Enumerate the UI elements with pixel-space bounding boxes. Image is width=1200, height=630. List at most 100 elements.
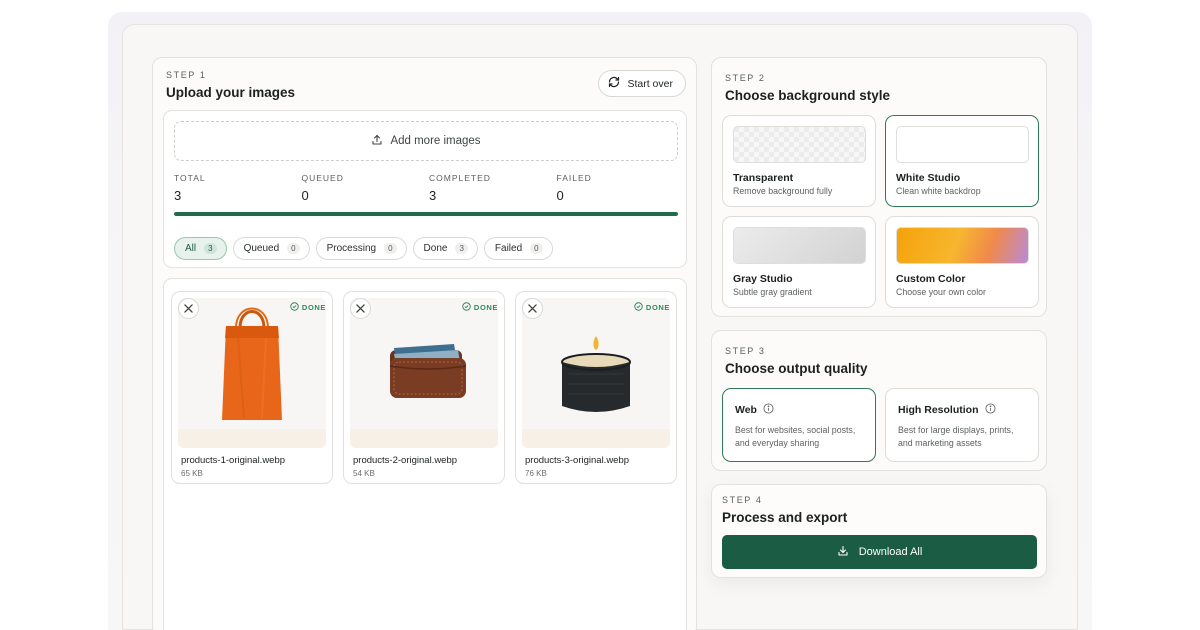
stat-value: 3 [429, 188, 437, 203]
bg-option-custom-color[interactable]: Custom Color Choose your own color [885, 216, 1039, 308]
remove-image-button[interactable] [522, 298, 543, 319]
add-more-label: Add more images [390, 135, 481, 147]
output-quality-card: STEP 3 Choose output quality Web Best fo… [711, 330, 1047, 471]
filter-label: Done [423, 243, 448, 254]
filter-count: 0 [530, 243, 543, 254]
quality-option-high-resolution[interactable]: High Resolution Best for large displays,… [885, 388, 1039, 462]
tote-bag-image [222, 307, 282, 420]
custom-color-swatch [896, 227, 1029, 264]
bg-option-transparent[interactable]: Transparent Remove background fully [722, 115, 876, 207]
start-over-label: Start over [627, 77, 673, 90]
filter-count: 3 [204, 243, 217, 254]
image-preview [350, 298, 498, 448]
close-icon [356, 300, 365, 318]
bg-option-gray-studio[interactable]: Gray Studio Subtle gray gradient [722, 216, 876, 308]
option-title-row: High Resolution [898, 403, 996, 417]
progress-bar-fill [174, 212, 678, 216]
option-desc: Remove background fully [733, 186, 833, 196]
check-circle-icon [290, 302, 299, 313]
stat-value: 0 [556, 188, 564, 203]
product-photo [350, 298, 498, 429]
option-title-row: Web [735, 403, 774, 417]
option-title: White Studio [896, 172, 961, 184]
file-size: 54 KB [353, 469, 375, 478]
start-over-button[interactable]: Start over [598, 70, 686, 97]
file-size: 65 KB [181, 469, 203, 478]
gray-swatch [733, 227, 866, 264]
filter-label: All [185, 243, 197, 254]
status-label: DONE [645, 303, 670, 312]
upload-panel: Add more images TOTAL 3 QUEUED 0 COMPLET… [163, 110, 687, 268]
filter-count: 0 [384, 243, 397, 254]
background-title: Choose background style [725, 88, 891, 103]
option-title: Web [735, 404, 757, 416]
info-icon[interactable] [763, 403, 774, 417]
filter-chips: All 3 Queued 0 Processing 0 Done 3 Faile… [174, 237, 553, 260]
image-card[interactable]: DONE products-2-original.webp 54 KB [343, 291, 505, 484]
stat-value: 0 [301, 188, 309, 203]
download-all-button[interactable]: Download All [722, 535, 1037, 569]
filter-chip-queued[interactable]: Queued 0 [232, 237, 310, 260]
upload-title: Upload your images [166, 85, 296, 100]
filter-chip-all[interactable]: All 3 [174, 237, 227, 260]
stat-total: TOTAL 3 [174, 173, 302, 203]
check-circle-icon [634, 302, 643, 313]
stat-label: FAILED [556, 173, 592, 183]
filter-chip-processing[interactable]: Processing 0 [315, 237, 407, 260]
remove-image-button[interactable] [178, 298, 199, 319]
stat-queued: QUEUED 0 [302, 173, 430, 203]
file-name: products-3-original.webp [525, 455, 630, 466]
filter-chip-done[interactable]: Done 3 [412, 237, 478, 260]
image-gallery: DONE products-1-original.webp 65 KB DONE… [163, 278, 687, 630]
download-label: Download All [858, 546, 923, 558]
option-title: Gray Studio [733, 273, 793, 285]
close-icon [184, 300, 193, 318]
status-badge: DONE [290, 302, 326, 313]
product-photo [178, 298, 326, 429]
refresh-icon [608, 76, 620, 91]
background-style-card: STEP 2 Choose background style Transpare… [711, 57, 1047, 317]
bg-option-white-studio[interactable]: White Studio Clean white backdrop [885, 115, 1039, 207]
image-preview [522, 298, 670, 448]
status-label: DONE [473, 303, 498, 312]
image-card[interactable]: DONE products-1-original.webp 65 KB [171, 291, 333, 484]
quality-option-web[interactable]: Web Best for websites, social posts, and… [722, 388, 876, 462]
step-label: STEP 3 [725, 346, 766, 356]
image-card[interactable]: DONE products-3-original.webp 76 KB [515, 291, 677, 484]
option-desc: Best for large displays, prints, and mar… [898, 425, 1014, 448]
add-more-images-dropzone[interactable]: Add more images [174, 121, 678, 161]
stat-label: TOTAL [174, 173, 206, 183]
upload-card: STEP 1 Upload your images Start over Add… [152, 57, 697, 630]
transparent-swatch [733, 126, 866, 163]
stat-label: QUEUED [301, 173, 344, 183]
image-preview [178, 298, 326, 448]
stat-failed: FAILED 0 [557, 173, 685, 203]
export-card: STEP 4 Process and export Download All [711, 484, 1047, 578]
product-photo [522, 298, 670, 429]
filter-count: 0 [287, 243, 300, 254]
stat-completed: COMPLETED 3 [429, 173, 557, 203]
filter-count: 3 [455, 243, 468, 254]
step-label: STEP 1 [166, 70, 207, 80]
download-icon [837, 545, 849, 560]
option-desc: Clean white backdrop [896, 186, 981, 196]
remove-image-button[interactable] [350, 298, 371, 319]
option-desc: Best for websites, social posts, and eve… [735, 425, 856, 448]
file-name: products-2-original.webp [353, 455, 458, 466]
info-icon[interactable] [984, 403, 996, 417]
filter-label: Processing [326, 243, 377, 254]
option-title: Transparent [733, 172, 794, 184]
check-circle-icon [462, 302, 471, 313]
step-label: STEP 4 [722, 495, 763, 505]
filter-label: Queued [243, 243, 280, 254]
wallet-image [389, 344, 467, 398]
export-title: Process and export [722, 510, 848, 525]
file-size: 76 KB [525, 469, 547, 478]
filter-chip-failed[interactable]: Failed 0 [483, 237, 553, 260]
stat-value: 3 [174, 188, 182, 203]
status-label: DONE [301, 303, 326, 312]
status-badge: DONE [634, 302, 670, 313]
white-swatch [896, 126, 1029, 163]
quality-title: Choose output quality [725, 361, 868, 376]
progress-bar [174, 212, 678, 216]
